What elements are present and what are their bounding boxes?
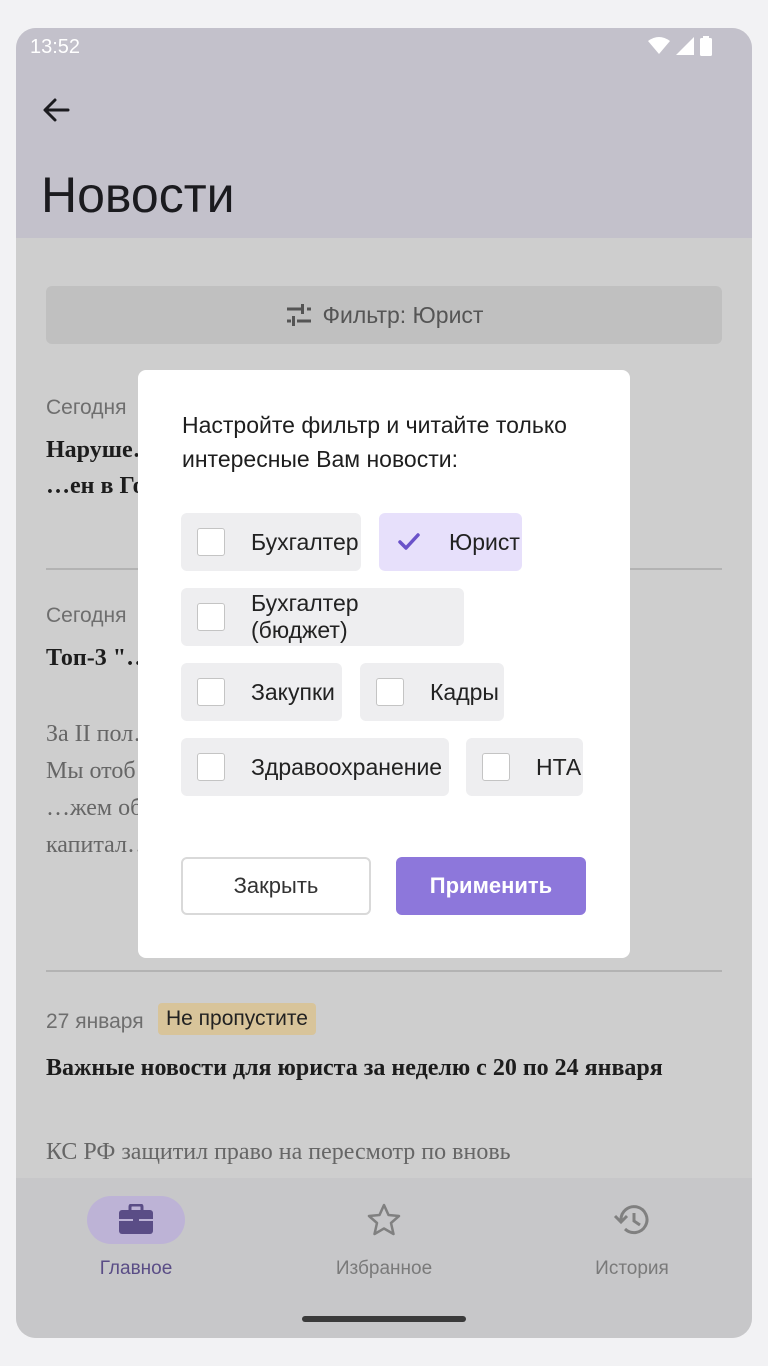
checkbox-icon	[197, 753, 225, 781]
option-label: Бухгалтер (бюджет)	[251, 590, 359, 643]
option-label: НТА	[536, 753, 582, 780]
checkmark-icon	[395, 528, 423, 556]
nav-item-history[interactable]: История	[532, 1196, 732, 1280]
app-bar: 13:52 Новости	[16, 28, 752, 238]
option-label: Здравоохранение	[251, 753, 443, 780]
filter-option-accountant[interactable]: Бухгалтер	[181, 513, 361, 571]
option-label: Бухгалтер	[251, 528, 359, 555]
status-bar: 13:52	[16, 28, 752, 68]
nav-label-favorites: Избранное	[335, 1258, 433, 1279]
filter-dialog: Настройте фильтр и читайте только интере…	[138, 370, 630, 958]
bottom-navigation: Главное Избранное История	[16, 1178, 752, 1338]
filter-option-procurement[interactable]: Закупки	[181, 663, 342, 721]
page-title: Новости	[41, 167, 235, 223]
news-title[interactable]: Важные новости для юриста за неделю с 20…	[46, 1050, 722, 1086]
back-arrow-icon[interactable]	[38, 92, 74, 128]
highlight-badge: Не пропустите	[158, 1003, 316, 1035]
option-label: Закупки	[251, 678, 335, 705]
checkbox-icon	[482, 753, 510, 781]
status-time: 13:52	[30, 36, 81, 58]
star-icon	[367, 1203, 401, 1236]
news-snippet: КС РФ защитил право на пересмотр по внов…	[46, 1139, 511, 1165]
history-icon	[613, 1205, 649, 1235]
close-button[interactable]: Закрыть	[181, 857, 371, 915]
filter-button[interactable]: Фильтр: Юрист	[46, 286, 722, 344]
news-date: Сегодня	[46, 396, 127, 419]
filter-option-accountant-budget[interactable]: Бухгалтер (бюджет)	[181, 588, 464, 646]
status-icons	[648, 36, 712, 56]
option-label: Юрист	[449, 528, 520, 555]
checkbox-icon	[197, 603, 225, 631]
filter-option-hr[interactable]: Кадры	[360, 663, 504, 721]
signal-icon	[676, 37, 694, 55]
briefcase-icon	[119, 1204, 153, 1234]
filter-option-lawyer[interactable]: Юрист	[379, 513, 522, 571]
nav-active-indicator	[87, 1196, 185, 1244]
nav-item-home[interactable]: Главное	[36, 1196, 236, 1280]
filter-option-nta[interactable]: НТА	[466, 738, 583, 796]
checkbox-icon	[197, 528, 225, 556]
nav-label-history: История	[595, 1258, 669, 1279]
filter-option-healthcare[interactable]: Здравоохранение	[181, 738, 449, 796]
home-indicator	[302, 1316, 466, 1322]
sliders-icon	[286, 304, 311, 326]
apply-button[interactable]: Применить	[396, 857, 586, 915]
checkbox-icon	[376, 678, 404, 706]
wifi-icon	[648, 37, 670, 54]
nav-item-favorites[interactable]: Избранное	[284, 1196, 484, 1280]
news-date: Сегодня	[46, 604, 127, 627]
checkbox-icon	[197, 678, 225, 706]
option-label: Кадры	[430, 678, 499, 705]
dialog-message: Настройте фильтр и читайте только интере…	[182, 412, 567, 472]
divider	[46, 970, 722, 972]
battery-icon	[700, 36, 712, 56]
filter-label: Фильтр: Юрист	[322, 301, 484, 328]
nav-label-home: Главное	[99, 1258, 173, 1279]
news-date: 27 января	[46, 1010, 144, 1033]
